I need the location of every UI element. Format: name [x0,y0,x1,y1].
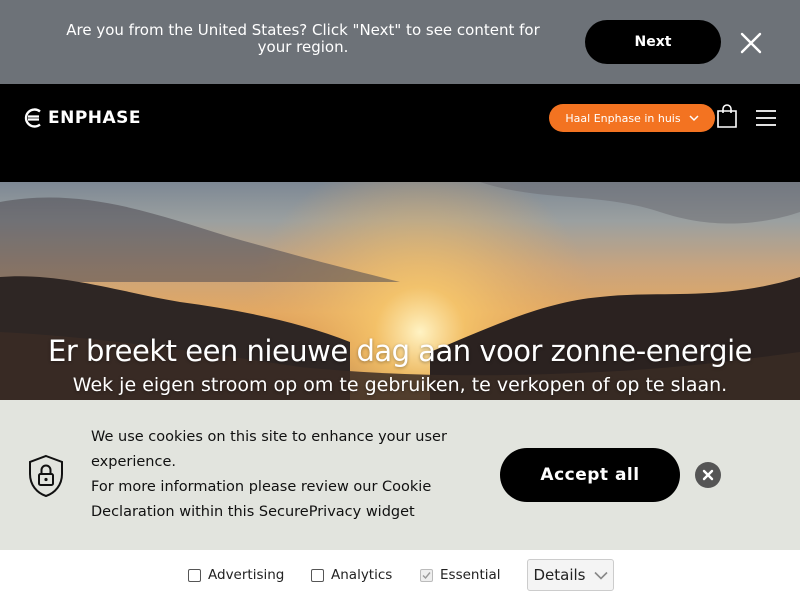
enphase-logo[interactable]: ENPHASE [24,108,141,128]
advertising-option[interactable]: Advertising [188,567,284,583]
shield-lock-icon [29,454,63,498]
essential-checkbox [420,568,433,582]
details-label: Details [533,566,586,584]
cookie-message-line: We use cookies on this site to enhance y… [91,429,447,445]
close-circle-icon[interactable] [695,462,721,488]
cookie-message-line: experience. [91,454,176,470]
cta-label: Haal Enphase in huis [565,111,681,125]
advertising-label: Advertising [208,567,285,583]
hero-section: Er breekt een nieuwe dag aan voor zonne-… [0,182,800,400]
details-dropdown[interactable]: Details [527,559,614,591]
analytics-checkbox[interactable] [311,568,324,582]
consent-options: Advertising Analytics Essential Details [0,550,800,600]
chevron-down-icon [593,571,608,580]
region-message: Are you from the United States? Click "N… [66,21,540,56]
get-enphase-button[interactable]: Haal Enphase in huis [549,104,715,132]
cookie-message-line: For more information please review our C… [91,479,432,495]
analytics-label: Analytics [331,567,393,583]
close-icon[interactable] [736,28,766,58]
checkmark-icon [422,571,431,579]
cookie-message: We use cookies on this site to enhance y… [91,425,481,525]
site-header: ENPHASE Haal Enphase in huis [0,84,800,182]
essential-label: Essential [440,567,501,583]
next-button[interactable]: Next [585,20,721,64]
hero-title: Er breekt een nieuwe dag aan voor zonne-… [48,334,753,368]
advertising-checkbox[interactable] [188,568,201,582]
enphase-logo-icon [24,108,41,128]
cookie-message-line: Declaration within this SecurePrivacy wi… [91,504,415,520]
accept-all-button[interactable]: Accept all [500,448,680,502]
shopping-bag-icon[interactable] [716,103,738,129]
hero-subtitle: Wek je eigen stroom op om te gebruiken, … [72,374,728,396]
logo-text: ENPHASE [48,108,142,128]
chevron-down-icon [689,115,699,122]
region-bar: Are you from the United States? Click "N… [0,0,800,84]
analytics-option[interactable]: Analytics [311,567,392,583]
essential-option: Essential [420,567,501,583]
hamburger-menu-icon[interactable] [754,108,778,128]
